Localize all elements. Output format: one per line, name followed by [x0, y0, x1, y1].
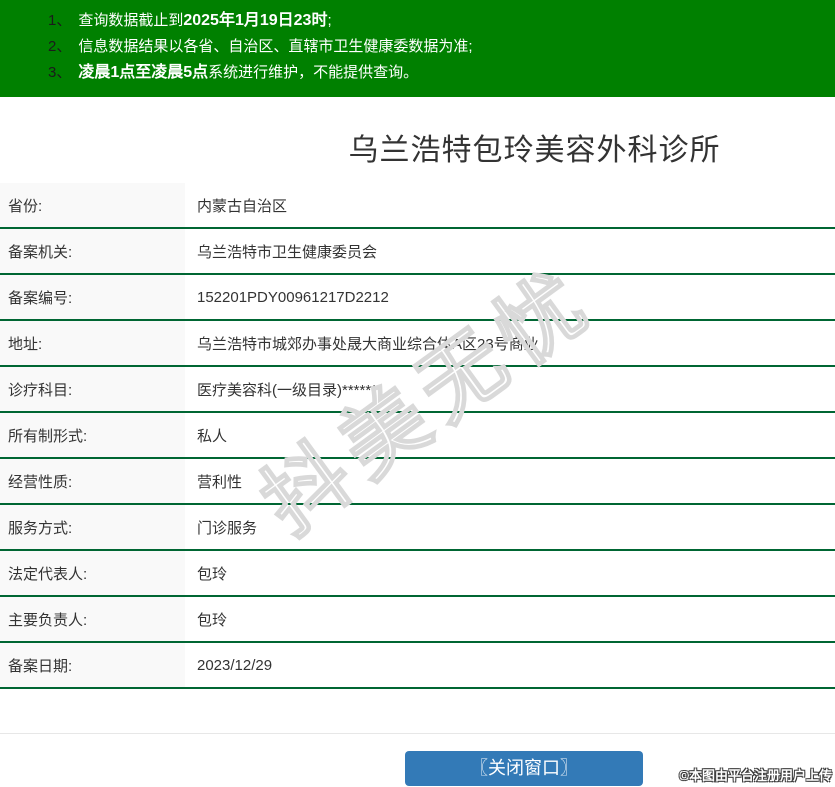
- row-value: 内蒙古自治区: [197, 197, 288, 215]
- row-label: 备案机关:: [0, 229, 185, 273]
- row-value: 包玲: [197, 611, 228, 629]
- row-value: 医疗美容科(一级目录)******: [197, 381, 378, 399]
- row-label: 经营性质:: [0, 459, 185, 503]
- row-label: 服务方式:: [0, 505, 185, 549]
- footer-divider: [0, 733, 835, 734]
- row-value: 152201PDY00961217D2212: [197, 288, 389, 306]
- table-row-filing-authority: 备案机关: 乌兰浩特市卫生健康委员会: [0, 229, 835, 275]
- notice-number: 2、: [48, 38, 72, 55]
- table-row-legal-representative: 法定代表人: 包玲: [0, 551, 835, 597]
- page-title: 乌兰浩特包玲美容外科诊所: [348, 134, 721, 167]
- notice-text-bold: 凌晨1点至凌晨5点: [78, 64, 209, 81]
- row-label: 省份:: [0, 183, 185, 227]
- table-row-clinical-departments: 诊疗科目: 医疗美容科(一级目录)******: [0, 367, 835, 413]
- table-row-province: 省份: 内蒙古自治区: [0, 183, 835, 229]
- notice-item-1: 1、 查询数据截止到2025年1月19日23时;: [48, 8, 835, 34]
- row-value: 乌兰浩特市卫生健康委员会: [197, 243, 378, 261]
- row-value: 私人: [197, 427, 228, 445]
- notice-banner: 1、 查询数据截止到2025年1月19日23时; 2、 信息数据结果以各省、自治区、…: [0, 0, 835, 97]
- row-label: 备案编号:: [0, 275, 185, 319]
- row-label: 备案日期:: [0, 643, 185, 687]
- row-label: 地址:: [0, 321, 185, 365]
- notice-text: 查询数据截止到: [78, 12, 184, 29]
- row-value: 2023/12/29: [197, 656, 273, 674]
- table-row-address: 地址: 乌兰浩特市城郊办事处晟大商业综合体A区23号商业: [0, 321, 835, 367]
- row-label: 主要负责人:: [0, 597, 185, 641]
- row-label: 法定代表人:: [0, 551, 185, 595]
- corner-upload-watermark: ©本图由平台注册用户上传: [679, 768, 832, 783]
- row-value: 包玲: [197, 565, 228, 583]
- close-window-button[interactable]: 〖关闭窗口〗: [405, 751, 643, 786]
- table-row-filing-date: 备案日期: 2023/12/29: [0, 643, 835, 689]
- notice-text: ;: [327, 12, 332, 29]
- notice-item-3: 3、 凌晨1点至凌晨5点系统进行维护，不能提供查询。: [48, 60, 835, 86]
- notice-text-bold: 2025年1月19日23时: [183, 12, 328, 29]
- record-detail-table: 省份: 内蒙古自治区 备案机关: 乌兰浩特市卫生健康委员会 备案编号: 1522…: [0, 183, 835, 689]
- table-row-service-mode: 服务方式: 门诊服务: [0, 505, 835, 551]
- notice-number: 3、: [48, 64, 72, 81]
- row-value: 门诊服务: [197, 519, 258, 537]
- row-label: 所有制形式:: [0, 413, 185, 457]
- notice-text: 信息数据结果以各省、自治区、直辖市卫生健康委数据为准;: [78, 38, 473, 55]
- table-row-operating-nature: 经营性质: 营利性: [0, 459, 835, 505]
- row-value: 乌兰浩特市城郊办事处晟大商业综合体A区23号商业: [197, 335, 539, 353]
- table-row-ownership-type: 所有制形式: 私人: [0, 413, 835, 459]
- notice-number: 1、: [48, 12, 72, 29]
- table-row-main-person-in-charge: 主要负责人: 包玲: [0, 597, 835, 643]
- notice-item-2: 2、 信息数据结果以各省、自治区、直辖市卫生健康委数据为准;: [48, 34, 835, 60]
- table-row-filing-number: 备案编号: 152201PDY00961217D2212: [0, 275, 835, 321]
- row-value: 营利性: [197, 473, 243, 491]
- row-label: 诊疗科目:: [0, 367, 185, 411]
- notice-text: 系统进行维护，不能提供查询。: [208, 64, 419, 81]
